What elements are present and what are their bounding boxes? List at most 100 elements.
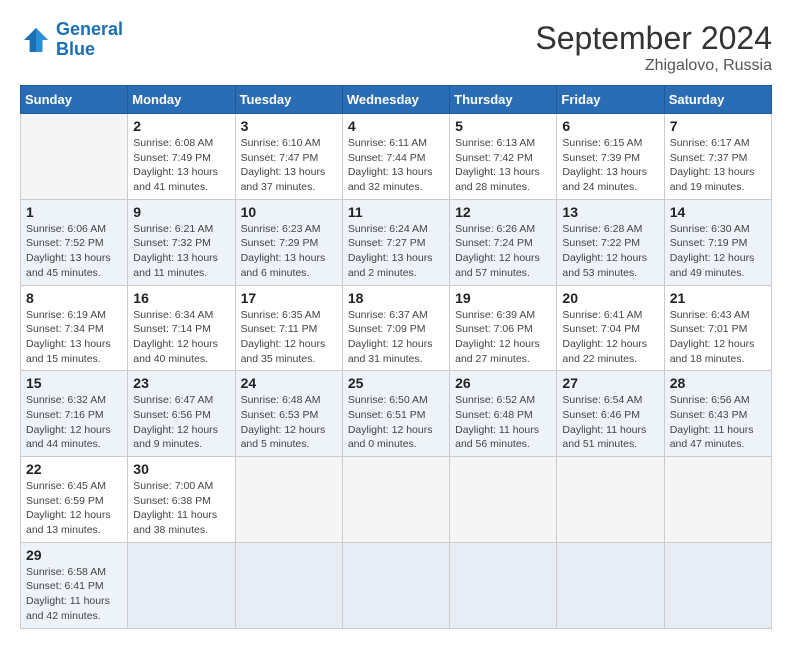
day-info: Sunrise: 6:45 AMSunset: 6:59 PMDaylight:…	[26, 479, 122, 538]
calendar-cell	[557, 457, 664, 543]
day-number: 24	[241, 375, 337, 391]
day-number: 21	[670, 290, 766, 306]
calendar-cell: 19 Sunrise: 6:39 AMSunset: 7:06 PMDayligh…	[450, 285, 557, 371]
calendar-cell	[664, 457, 771, 543]
calendar-cell: 20 Sunrise: 6:41 AMSunset: 7:04 PMDayligh…	[557, 285, 664, 371]
calendar-row-4: 22Sunrise: 6:45 AMSunset: 6:59 PMDayligh…	[21, 457, 772, 543]
day-info: Sunrise: 6:48 AMSunset: 6:53 PMDaylight:…	[241, 393, 337, 452]
calendar-cell	[342, 542, 449, 628]
logo: General Blue	[20, 20, 123, 60]
day-info: Sunrise: 6:28 AMSunset: 7:22 PMDaylight:…	[562, 222, 658, 281]
calendar-cell: 2 Sunrise: 6:08 AMSunset: 7:49 PMDaylight…	[128, 114, 235, 200]
page-header: General Blue September 2024 Zhigalovo, R…	[20, 20, 772, 75]
day-info: Sunrise: 6:52 AMSunset: 6:48 PMDaylight:…	[455, 393, 551, 452]
day-info: Sunrise: 6:39 AMSunset: 7:06 PMDaylight:…	[455, 308, 551, 367]
calendar-cell: 12 Sunrise: 6:26 AMSunset: 7:24 PMDayligh…	[450, 199, 557, 285]
day-info: Sunrise: 6:06 AMSunset: 7:52 PMDaylight:…	[26, 222, 122, 281]
location: Zhigalovo, Russia	[535, 57, 772, 75]
calendar-cell	[235, 542, 342, 628]
day-info: Sunrise: 6:58 AMSunset: 6:41 PMDaylight:…	[26, 565, 122, 624]
calendar-cell: 11Sunrise: 6:24 AMSunset: 7:27 PMDayligh…	[342, 199, 449, 285]
day-info: Sunrise: 6:19 AMSunset: 7:34 PMDaylight:…	[26, 308, 122, 367]
day-info: Sunrise: 6:11 AMSunset: 7:44 PMDaylight:…	[348, 136, 444, 195]
calendar-cell: 29 Sunrise: 6:58 AMSunset: 6:41 PMDayligh…	[21, 542, 128, 628]
calendar-cell: 6 Sunrise: 6:15 AMSunset: 7:39 PMDaylight…	[557, 114, 664, 200]
calendar-header-row: SundayMondayTuesdayWednesdayThursdayFrid…	[21, 86, 772, 114]
header-saturday: Saturday	[664, 86, 771, 114]
day-number: 7	[670, 118, 766, 134]
header-friday: Friday	[557, 86, 664, 114]
calendar-row-1: 1Sunrise: 6:06 AMSunset: 7:52 PMDaylight…	[21, 199, 772, 285]
calendar-cell: 15Sunrise: 6:32 AMSunset: 7:16 PMDayligh…	[21, 371, 128, 457]
day-info: Sunrise: 6:26 AMSunset: 7:24 PMDaylight:…	[455, 222, 551, 281]
month-title: September 2024	[535, 20, 772, 57]
calendar-cell: 3 Sunrise: 6:10 AMSunset: 7:47 PMDaylight…	[235, 114, 342, 200]
day-info: Sunrise: 6:47 AMSunset: 6:56 PMDaylight:…	[133, 393, 229, 452]
title-block: September 2024 Zhigalovo, Russia	[535, 20, 772, 75]
day-info: Sunrise: 6:37 AMSunset: 7:09 PMDaylight:…	[348, 308, 444, 367]
calendar-cell: 17Sunrise: 6:35 AMSunset: 7:11 PMDayligh…	[235, 285, 342, 371]
day-info: Sunrise: 6:10 AMSunset: 7:47 PMDaylight:…	[241, 136, 337, 195]
day-number: 12	[455, 204, 551, 220]
day-info: Sunrise: 6:21 AMSunset: 7:32 PMDaylight:…	[133, 222, 229, 281]
calendar-cell	[235, 457, 342, 543]
day-info: Sunrise: 6:24 AMSunset: 7:27 PMDaylight:…	[348, 222, 444, 281]
day-number: 3	[241, 118, 337, 134]
calendar-row-2: 8 Sunrise: 6:19 AMSunset: 7:34 PMDaylight…	[21, 285, 772, 371]
day-number: 5	[455, 118, 551, 134]
logo-icon	[20, 24, 52, 56]
calendar-row-3: 15Sunrise: 6:32 AMSunset: 7:16 PMDayligh…	[21, 371, 772, 457]
calendar-cell: 22Sunrise: 6:45 AMSunset: 6:59 PMDayligh…	[21, 457, 128, 543]
calendar-cell	[450, 457, 557, 543]
calendar-cell: 7 Sunrise: 6:17 AMSunset: 7:37 PMDaylight…	[664, 114, 771, 200]
day-number: 17	[241, 290, 337, 306]
calendar-cell: 8 Sunrise: 6:19 AMSunset: 7:34 PMDaylight…	[21, 285, 128, 371]
calendar-cell	[557, 542, 664, 628]
header-tuesday: Tuesday	[235, 86, 342, 114]
calendar-cell: 9Sunrise: 6:21 AMSunset: 7:32 PMDaylight…	[128, 199, 235, 285]
day-number: 18	[348, 290, 444, 306]
calendar-cell: 27Sunrise: 6:54 AMSunset: 6:46 PMDayligh…	[557, 371, 664, 457]
calendar-cell: 13 Sunrise: 6:28 AMSunset: 7:22 PMDayligh…	[557, 199, 664, 285]
calendar-row-5: 29 Sunrise: 6:58 AMSunset: 6:41 PMDayligh…	[21, 542, 772, 628]
calendar-cell: 1Sunrise: 6:06 AMSunset: 7:52 PMDaylight…	[21, 199, 128, 285]
day-info: Sunrise: 6:43 AMSunset: 7:01 PMDaylight:…	[670, 308, 766, 367]
header-thursday: Thursday	[450, 86, 557, 114]
day-number: 14	[670, 204, 766, 220]
calendar: SundayMondayTuesdayWednesdayThursdayFrid…	[20, 85, 772, 629]
day-number: 19	[455, 290, 551, 306]
day-number: 27	[562, 375, 658, 391]
calendar-cell: 25Sunrise: 6:50 AMSunset: 6:51 PMDayligh…	[342, 371, 449, 457]
calendar-cell	[342, 457, 449, 543]
day-number: 13	[562, 204, 658, 220]
calendar-cell	[664, 542, 771, 628]
day-info: Sunrise: 6:41 AMSunset: 7:04 PMDaylight:…	[562, 308, 658, 367]
day-info: Sunrise: 7:00 AMSunset: 6:38 PMDaylight:…	[133, 479, 229, 538]
day-info: Sunrise: 6:17 AMSunset: 7:37 PMDaylight:…	[670, 136, 766, 195]
header-sunday: Sunday	[21, 86, 128, 114]
day-number: 16	[133, 290, 229, 306]
calendar-cell	[450, 542, 557, 628]
day-info: Sunrise: 6:34 AMSunset: 7:14 PMDaylight:…	[133, 308, 229, 367]
day-number: 28	[670, 375, 766, 391]
day-info: Sunrise: 6:15 AMSunset: 7:39 PMDaylight:…	[562, 136, 658, 195]
day-number: 6	[562, 118, 658, 134]
calendar-cell: 30Sunrise: 7:00 AMSunset: 6:38 PMDayligh…	[128, 457, 235, 543]
day-info: Sunrise: 6:56 AMSunset: 6:43 PMDaylight:…	[670, 393, 766, 452]
calendar-cell: 5Sunrise: 6:13 AMSunset: 7:42 PMDaylight…	[450, 114, 557, 200]
day-number: 29	[26, 547, 122, 563]
calendar-cell: 23 Sunrise: 6:47 AMSunset: 6:56 PMDayligh…	[128, 371, 235, 457]
day-info: Sunrise: 6:32 AMSunset: 7:16 PMDaylight:…	[26, 393, 122, 452]
calendar-cell: 24 Sunrise: 6:48 AMSunset: 6:53 PMDayligh…	[235, 371, 342, 457]
header-wednesday: Wednesday	[342, 86, 449, 114]
calendar-cell: 10Sunrise: 6:23 AMSunset: 7:29 PMDayligh…	[235, 199, 342, 285]
day-number: 26	[455, 375, 551, 391]
day-number: 8	[26, 290, 122, 306]
day-number: 23	[133, 375, 229, 391]
day-number: 2	[133, 118, 229, 134]
day-number: 20	[562, 290, 658, 306]
day-number: 4	[348, 118, 444, 134]
day-info: Sunrise: 6:08 AMSunset: 7:49 PMDaylight:…	[133, 136, 229, 195]
calendar-cell: 14Sunrise: 6:30 AMSunset: 7:19 PMDayligh…	[664, 199, 771, 285]
calendar-cell	[128, 542, 235, 628]
